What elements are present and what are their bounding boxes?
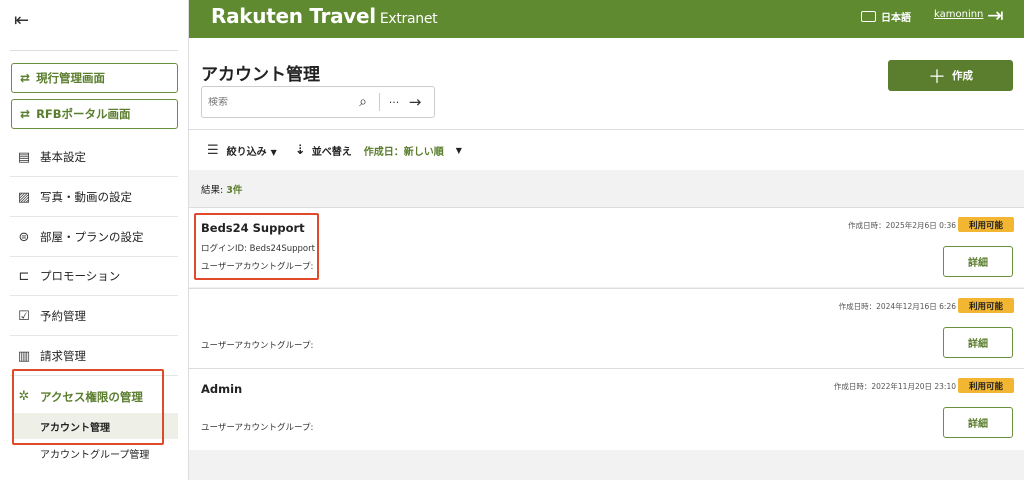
network-icon: ✲ [18,389,30,404]
sidebar-item-label: 予約管理 [40,309,86,323]
create-button-label: 作成 [952,70,973,82]
language-label: 日本語 [881,13,911,24]
rfb-portal-label: RFBポータル画面 [36,107,131,121]
sidebar: ⇤ ⇄ 現行管理画面 ⇄ RFBポータル画面 ▤ 基本設定 ▨ 写真・動画の設定… [0,0,189,480]
sidebar-item-access-control[interactable]: ✲ アクセス権限の管理 [10,377,178,416]
account-name: Beds24 Support [201,221,305,235]
account-created: 作成日時：2024年12月16日 6:26 [838,302,956,311]
filter-button[interactable]: 絞り込み ▼ [227,143,277,158]
sidebar-item-label: 基本設定 [40,150,86,164]
top-bar: Rakuten Travel Extranet 日本語 kamoninn ⇥ [189,0,1024,38]
sidebar-subitem-account-group-management[interactable]: アカウントグループ管理 [14,440,178,466]
image-icon: ▨ [17,189,31,205]
sidebar-subitem-label: アカウントグループ管理 [40,449,150,461]
sidebar-item-promotion[interactable]: ⊏ プロモーション [10,257,178,296]
search-box: ⌕ ··· → [201,86,435,118]
results-prefix: 結果: [201,185,227,196]
main-content: アカウント管理 ⌕ ··· → ＋ 作成 ☰ 絞り込み▼ ⇣ 並べ替え 作成日：… [189,38,1024,480]
sidebar-item-label: 写真・動画の設定 [40,190,132,204]
sidebar-item-billing[interactable]: ▥ 請求管理 [10,337,178,376]
swap-icon: ⇄ [20,71,31,85]
sidebar-subitem-account-management[interactable]: アカウント管理 [14,413,178,439]
collapse-sidebar-icon[interactable]: ⇤ [14,10,36,31]
filter-sort-row: ☰ 絞り込み ▼ ⇣ 並べ替え 作成日：新しい順 ▼ [207,138,462,162]
sort-label: 並べ替え [311,146,352,158]
divider [189,129,1024,130]
account-group: ユーザーアカウントグループ: [201,423,314,433]
account-name: Admin [201,382,243,396]
status-badge: 利用可能 [958,217,1014,232]
status-badge: 利用可能 [958,298,1014,313]
caret-down-icon[interactable]: ▼ [456,146,462,155]
account-created: 作成日時：2025年2月6日 0:36 [848,221,956,230]
logo-main: Rakuten Travel [211,4,376,28]
separator [379,93,380,111]
caret-down-icon: ▼ [270,147,277,157]
account-login-id: ログインID: Beds24Support [201,244,315,254]
rfb-portal-button[interactable]: ⇄ RFBポータル画面 [11,99,178,129]
sidebar-item-label: アクセス権限の管理 [40,389,143,404]
sidebar-item-reservations[interactable]: ☑ 予約管理 [10,297,178,336]
swap-icon: ⇄ [20,107,31,121]
filter-label: 絞り込み [226,146,267,158]
detail-button[interactable]: 詳細 [943,246,1013,277]
sidebar-item-photo-video[interactable]: ▨ 写真・動画の設定 [10,178,178,217]
account-card: Admin ユーザーアカウントグループ: 作成日時：2022年11月20日 23… [189,368,1024,450]
account-group: ユーザーアカウントグループ: [201,262,314,272]
account-card: Beds24 Support ログインID: Beds24Support ユーザ… [189,207,1024,287]
sort-icon: ⇣ [294,142,306,158]
sidebar-item-label: プロモーション [40,269,121,283]
ticket-icon: ⊏ [18,268,30,284]
account-created: 作成日時：2022年11月20日 23:10 [833,382,956,391]
logout-icon[interactable]: ⇥ [987,3,1004,27]
current-screen-label: 現行管理画面 [36,71,106,85]
sidebar-divider [10,50,178,51]
account-card: ユーザーアカウントグループ: 作成日時：2024年12月16日 6:26 利用可… [189,288,1024,368]
sidebar-item-basic-settings[interactable]: ▤ 基本設定 [10,138,178,177]
app-logo[interactable]: Rakuten Travel Extranet [211,4,438,28]
invoice-icon: ▥ [17,348,31,364]
current-screen-button[interactable]: ⇄ 現行管理画面 [11,63,178,93]
status-badge: 利用可能 [958,378,1014,393]
plus-icon: ＋ [928,66,946,88]
document-settings-icon: ▤ [17,149,31,165]
sort-select[interactable]: 作成日：新しい順 [364,143,444,158]
search-icon[interactable]: ⌕ [352,94,374,110]
language-selector[interactable]: 日本語 [861,9,911,24]
arrow-right-icon[interactable]: → [403,93,427,111]
account-group: ユーザーアカウントグループ: [201,341,314,351]
sidebar-item-label: 部屋・プランの設定 [40,230,144,244]
logo-sub: Extranet [379,11,438,27]
toggle-icon: ⊜ [18,229,30,245]
sliders-icon: ☰ [207,142,219,158]
username-link[interactable]: kamoninn [934,9,983,20]
results-count: 結果: 3件 [201,182,242,196]
results-number: 3件 [226,185,243,196]
sidebar-item-label: 請求管理 [40,349,86,363]
detail-button[interactable]: 詳細 [943,327,1013,358]
sidebar-item-room-plan[interactable]: ⊜ 部屋・プランの設定 [10,218,178,257]
detail-button[interactable]: 詳細 [943,407,1013,438]
create-button[interactable]: ＋ 作成 [888,60,1013,91]
search-input[interactable] [208,96,352,108]
more-icon[interactable]: ··· [385,96,403,109]
keyboard-icon [861,11,876,22]
header-panel: アカウント管理 ⌕ ··· → ＋ 作成 ☰ 絞り込み▼ ⇣ 並べ替え 作成日：… [189,38,1024,170]
calendar-check-icon: ☑ [18,308,30,324]
sidebar-subitem-label: アカウント管理 [40,422,110,434]
page-title: アカウント管理 [201,65,320,85]
